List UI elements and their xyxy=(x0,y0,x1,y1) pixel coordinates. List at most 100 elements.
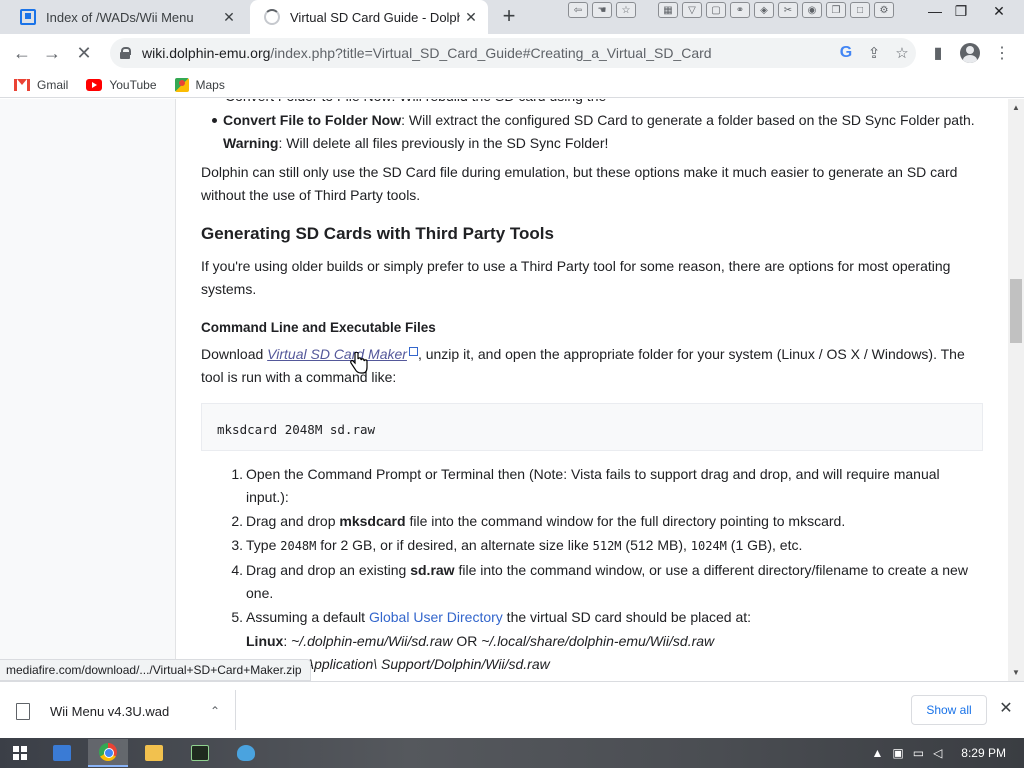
forward-button[interactable]: → xyxy=(37,38,67,68)
bucket-icon[interactable]: ◈ xyxy=(754,2,774,18)
warning-label: Warning xyxy=(223,135,279,151)
show-all-button[interactable]: Show all xyxy=(911,695,987,725)
hand-icon[interactable]: ☚ xyxy=(592,2,612,18)
option-description: : Will extract the configured SD Card to… xyxy=(401,112,975,128)
steps-list: 1. Open the Command Prompt or Terminal t… xyxy=(223,463,983,676)
tray-expand-icon[interactable]: ▲ xyxy=(871,746,883,760)
bookmark-label: Maps xyxy=(195,77,225,92)
section-heading: Generating SD Cards with Third Party Too… xyxy=(201,224,554,243)
address-bar[interactable]: wiki.dolphin-emu.org/index.php?title=Vir… xyxy=(110,38,916,68)
favicon-icon xyxy=(20,9,36,25)
list-item: 5. Assuming a default Global User Direct… xyxy=(231,609,752,625)
download-filename: Wii Menu v4.3U.wad xyxy=(50,703,170,719)
bookmark-gmail[interactable]: Gmail xyxy=(14,78,68,92)
scroll-up-arrow-icon[interactable]: ▲ xyxy=(1012,103,1020,112)
mac-path-line: ~/Library/Application\ Support/Dolphin/W… xyxy=(246,656,550,672)
page-viewport: Convert Folder to File Now: Will rebuild… xyxy=(0,99,1024,681)
options-list: Convert File to Folder Now: Will extract… xyxy=(201,109,991,155)
taskbar-terminal[interactable] xyxy=(180,739,220,767)
link-status-url: mediafire.com/download/.../Virtual+SD+Ca… xyxy=(0,659,311,681)
bookmarks-bar: Gmail YouTube Maps xyxy=(0,72,1024,98)
stop-loading-button[interactable]: ✕ xyxy=(69,38,99,68)
tab-strip: Index of /WADs/Wii Menu ✕ Virtual SD Car… xyxy=(0,0,1024,34)
record-icon[interactable]: ◉ xyxy=(802,2,822,18)
download-item[interactable]: Wii Menu v4.3U.wad ⌃ xyxy=(16,694,234,728)
menu-kebab-icon[interactable]: ⋮ xyxy=(988,39,1016,67)
scroll-thumb[interactable] xyxy=(1010,279,1022,343)
tab-title: Virtual SD Card Guide - Dolphin Emulator… xyxy=(290,9,460,25)
list-item: 1. Open the Command Prompt or Terminal t… xyxy=(231,466,940,505)
downloads-close-button[interactable]: ✕ xyxy=(996,699,1016,719)
back-button[interactable]: ← xyxy=(7,38,37,68)
copy-icon[interactable]: ❐ xyxy=(826,2,846,18)
global-user-directory-link[interactable]: Global User Directory xyxy=(369,609,503,625)
youtube-icon xyxy=(86,78,103,91)
maps-icon xyxy=(174,77,189,92)
downloads-shelf: Wii Menu v4.3U.wad ⌃ Show all ✕ xyxy=(0,681,1024,738)
subsection-heading: Command Line and Executable Files xyxy=(201,320,436,335)
tab-virtual-sd-guide[interactable]: Virtual SD Card Guide - Dolphin Emulator… xyxy=(250,0,488,34)
filter-icon[interactable]: ▽ xyxy=(682,2,702,18)
window-icon[interactable]: □ xyxy=(850,2,870,18)
taskbar-chrome[interactable] xyxy=(88,739,128,767)
bookmark-label: YouTube xyxy=(109,77,157,92)
settings-icon[interactable]: ⚙ xyxy=(874,2,894,18)
cut-off-line: Convert Folder to File Now: Will rebuild… xyxy=(225,99,606,108)
loading-spinner-icon xyxy=(264,9,280,25)
list-item: Convert File to Folder Now: Will extract… xyxy=(201,109,991,155)
taskbar-dolphin[interactable] xyxy=(226,739,266,767)
divider xyxy=(235,690,236,730)
tab-close-button[interactable]: ✕ xyxy=(218,6,240,28)
tab-index-wads[interactable]: Index of /WADs/Wii Menu ✕ xyxy=(8,0,246,34)
link-icon[interactable]: ⚭ xyxy=(730,2,750,18)
star-icon[interactable]: ☆ xyxy=(616,2,636,18)
wiki-sidebar xyxy=(0,99,176,681)
windows-taskbar: ▲ ▣ ▭ ◁ 8:29 PM xyxy=(0,738,1024,768)
chrome-icon xyxy=(99,743,117,761)
google-lens-icon[interactable]: G xyxy=(832,39,860,67)
bookmark-maps[interactable]: Maps xyxy=(174,77,225,92)
tab-close-button[interactable]: ✕ xyxy=(460,6,482,28)
system-tray: ▲ ▣ ▭ ◁ 8:29 PM xyxy=(871,738,1024,768)
scissors-icon[interactable]: ✂ xyxy=(778,2,798,18)
bookmark-youtube[interactable]: YouTube xyxy=(86,77,157,92)
bookmark-label: Gmail xyxy=(37,77,69,92)
chevron-up-icon[interactable]: ⌃ xyxy=(210,704,220,718)
overlay-toolbar: ⇦ ☚ ☆ ▦ ▽ ▢ ⚭ ◈ ✂ ◉ ❐ □ ⚙ xyxy=(568,2,894,18)
virtual-sd-card-maker-link[interactable]: Virtual SD Card Maker xyxy=(267,346,407,362)
scroll-down-arrow-icon[interactable]: ▼ xyxy=(1012,668,1020,677)
new-tab-button[interactable]: + xyxy=(497,5,521,29)
option-name: Convert File to Folder Now xyxy=(223,112,402,128)
avatar-icon xyxy=(960,43,980,63)
hand-cursor-icon xyxy=(350,352,368,374)
windows-logo-icon xyxy=(13,746,27,760)
lock-icon[interactable] xyxy=(120,47,131,59)
linux-path-line: Linux: ~/.dolphin-emu/Wii/sd.raw OR ~/.l… xyxy=(246,633,715,649)
display-icon[interactable]: ▭ xyxy=(913,746,924,760)
profile-button[interactable] xyxy=(956,39,984,67)
start-button[interactable] xyxy=(0,739,40,767)
bookmark-star-icon[interactable]: ☆ xyxy=(888,39,916,67)
back-arrow-icon[interactable]: ⇦ xyxy=(568,2,588,18)
external-link-icon xyxy=(408,347,418,356)
window-close-button[interactable]: ✕ xyxy=(976,0,1022,22)
list-item: 4. Drag and drop an existing sd.raw file… xyxy=(231,562,968,601)
url-text[interactable]: wiki.dolphin-emu.org/index.php?title=Vir… xyxy=(142,45,832,61)
file-icon xyxy=(16,702,30,720)
grid-icon[interactable]: ▦ xyxy=(658,2,678,18)
terminal-icon xyxy=(191,745,209,761)
taskbar-app-1[interactable] xyxy=(42,739,82,767)
volume-muted-icon[interactable]: ◁ xyxy=(933,746,942,760)
page-scrollbar[interactable]: ▲ ▼ xyxy=(1008,99,1024,681)
share-icon[interactable]: ⇪ xyxy=(860,39,888,67)
network-icon[interactable]: ▣ xyxy=(892,746,903,760)
taskbar-file-explorer[interactable] xyxy=(134,739,174,767)
taskbar-clock[interactable]: 8:29 PM xyxy=(961,746,1006,760)
dolphin-icon xyxy=(237,745,255,761)
list-item: 2. Drag and drop mksdcard file into the … xyxy=(231,513,846,529)
app-icon xyxy=(53,745,71,761)
side-panel-icon[interactable]: ▮ xyxy=(924,39,952,67)
browser-toolbar: ← → ✕ wiki.dolphin-emu.org/index.php?tit… xyxy=(0,34,1024,72)
download-paragraph: Download Virtual SD Card Maker, unzip it… xyxy=(201,346,965,385)
frame-icon[interactable]: ▢ xyxy=(706,2,726,18)
